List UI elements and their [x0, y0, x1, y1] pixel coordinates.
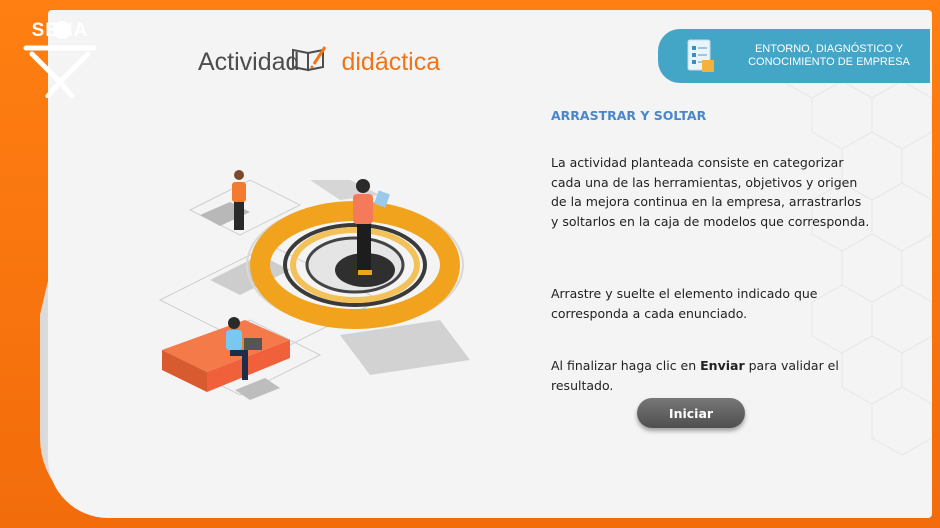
topic-text: ENTORNO, DIAGNÓSTICO Y CONOCIMIENTO DE E… — [734, 43, 924, 69]
title-part-2: didáctica — [341, 47, 441, 76]
book-pencil-icon — [292, 46, 327, 72]
topic-line-1: ENTORNO, DIAGNÓSTICO Y — [754, 43, 904, 55]
paragraph-3-pre: Al finalizar haga clic en — [551, 358, 701, 373]
isometric-illustration — [158, 170, 470, 400]
activity-title: Actividad didáctica — [198, 44, 440, 80]
topic-badge: ENTORNO, DIAGNÓSTICO Y CONOCIMIENTO DE E… — [658, 29, 930, 83]
start-button[interactable]: Iniciar — [637, 398, 745, 428]
activity-heading: ARRASTRAR Y SOLTAR — [551, 108, 707, 123]
sena-emblem-icon — [23, 45, 97, 99]
topic-line-2: CONOCIMIENTO DE EMPRESA — [748, 56, 910, 68]
paragraph-3-bold: Enviar — [700, 358, 745, 373]
instruction-paragraph-2: Arrastre y suelte el elemento indicado q… — [551, 286, 818, 321]
instruction-paragraph-1: La actividad planteada consiste en categ… — [551, 155, 870, 229]
checklist-icon — [687, 39, 714, 72]
background-pattern — [781, 29, 932, 456]
title-part-1: Actividad — [198, 47, 300, 76]
instruction-paragraph-3: Al finalizar haga clic en Enviar para va… — [551, 356, 871, 395]
sena-dot-icon — [53, 21, 71, 39]
